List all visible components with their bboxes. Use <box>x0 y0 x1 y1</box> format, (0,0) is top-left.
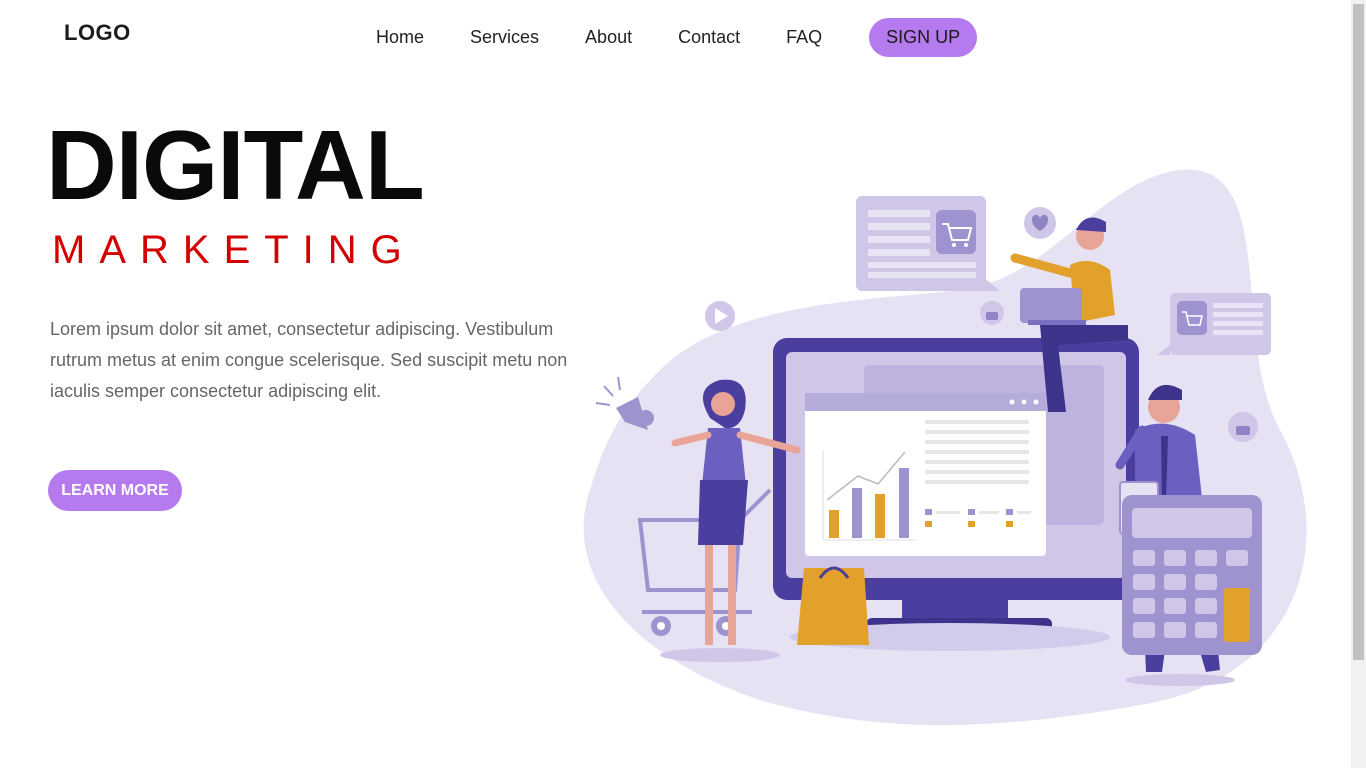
scrollbar-thumb[interactable] <box>1353 4 1364 660</box>
product-card-bubble-right <box>1157 293 1271 355</box>
shopping-bag <box>797 566 869 645</box>
dashboard-panel <box>805 393 1046 556</box>
sign-up-button[interactable]: SIGN UP <box>869 17 978 57</box>
nav-contact[interactable]: Contact <box>678 17 740 57</box>
product-card-bubble <box>856 196 1000 291</box>
nav-home[interactable]: Home <box>376 17 424 57</box>
main-nav: Home Services About Contact FAQ SIGN UP <box>376 17 978 57</box>
calculator <box>1122 495 1262 655</box>
heart-icon <box>1024 207 1056 239</box>
hero-title: DIGITAL <box>46 110 425 220</box>
hero-illustration <box>583 169 1307 726</box>
nav-services[interactable]: Services <box>470 17 539 57</box>
nav-faq[interactable]: FAQ <box>786 17 822 57</box>
logo[interactable]: LOGO <box>64 20 131 46</box>
page-scrollbar[interactable] <box>1351 0 1366 768</box>
play-icon <box>705 301 735 331</box>
thumbs-up-icon-right <box>1228 412 1258 442</box>
hero-description: Lorem ipsum dolor sit amet, consectetur … <box>50 319 568 401</box>
nav-about[interactable]: About <box>585 17 632 57</box>
learn-more-button[interactable]: LEARN MORE <box>48 470 182 511</box>
thumbs-up-icon <box>980 301 1004 325</box>
hero-subtitle: MARKETING <box>52 228 416 272</box>
